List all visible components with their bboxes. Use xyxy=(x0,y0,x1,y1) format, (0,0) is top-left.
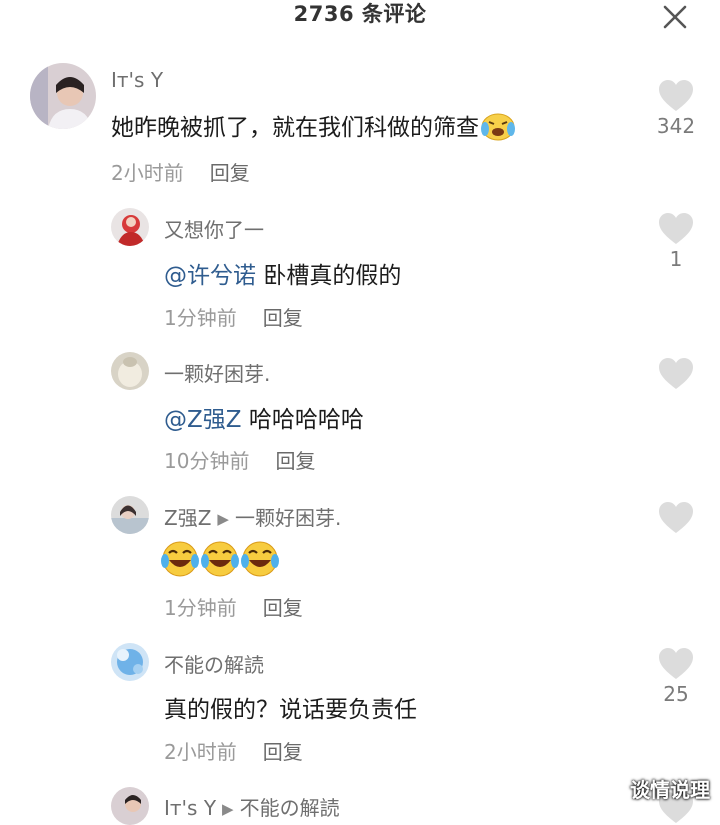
mention-link[interactable]: @Z强Z xyxy=(164,407,242,433)
laughing-emoji-icon xyxy=(160,540,200,584)
reply-arrow-icon: ▶ xyxy=(222,800,234,818)
comment-body: 真的假的？说话要负责任 xyxy=(164,697,417,723)
close-icon xyxy=(663,5,687,29)
watermark: 谈情说理 xyxy=(630,778,710,802)
close-button[interactable] xyxy=(662,4,688,30)
comment-body: 卧槽真的假的 xyxy=(263,263,402,289)
laughing-emoji-icon xyxy=(200,540,240,584)
comment-body: 哈哈哈哈哈 xyxy=(248,407,364,433)
comment-text: 真的假的？说话要负责任 xyxy=(164,690,417,724)
like-count: 342 xyxy=(656,114,696,138)
comment-time: 10分钟前 xyxy=(164,449,250,473)
avatar[interactable] xyxy=(30,63,96,129)
like-count: 1 xyxy=(669,247,683,271)
like-button[interactable]: 1 xyxy=(652,213,700,271)
reply-button[interactable]: 回复 xyxy=(275,449,315,473)
reply-arrow-icon: ▶ xyxy=(217,510,229,528)
like-button[interactable] xyxy=(652,358,700,390)
comments-header: 2736 条评论 xyxy=(0,0,720,40)
comment-meta: 1分钟前 回复 xyxy=(164,592,303,621)
comment-text: 她昨晚被抓了，就在我们科做的筛查 xyxy=(111,108,517,147)
reply-target[interactable]: 一颗好困芽. xyxy=(235,506,341,530)
comment-time: 2小时前 xyxy=(164,740,237,764)
comment-time: 2小时前 xyxy=(111,161,184,185)
comment-username[interactable]: 不能の解読 xyxy=(164,649,264,678)
heart-icon xyxy=(659,213,693,244)
crying-laughing-emoji-icon xyxy=(479,111,517,147)
reply-button[interactable]: 回复 xyxy=(263,740,303,764)
comment-meta: 1分钟前 回复 xyxy=(164,302,303,331)
heart-icon xyxy=(659,358,693,389)
comment-time: 1分钟前 xyxy=(164,596,237,620)
comment-author[interactable]: Iт's Y xyxy=(164,796,216,820)
comment-text: @Z强Z 哈哈哈哈哈 xyxy=(164,400,364,434)
mention-link[interactable]: @许兮诺 xyxy=(164,263,256,289)
reply-target[interactable]: 不能の解読 xyxy=(240,796,340,820)
avatar[interactable] xyxy=(111,496,149,534)
like-button[interactable]: 25 xyxy=(652,648,700,706)
reply-button[interactable]: 回复 xyxy=(210,161,250,185)
avatar[interactable] xyxy=(111,352,149,390)
comment-username[interactable]: Iт's Y xyxy=(111,68,163,92)
comment-username[interactable]: 一颗好困芽. xyxy=(164,358,270,387)
comment-username: Z强Z ▶ 一颗好困芽. xyxy=(164,502,341,531)
comment-count-title: 2736 条评论 xyxy=(293,2,427,26)
reply-button[interactable]: 回复 xyxy=(263,596,303,620)
comment-author[interactable]: Z强Z xyxy=(164,506,211,530)
comment-meta: 2小时前 回复 xyxy=(164,736,303,765)
heart-icon xyxy=(659,648,693,679)
comment-meta: 10分钟前 回复 xyxy=(164,445,315,474)
avatar[interactable] xyxy=(111,643,149,681)
comment-time: 1分钟前 xyxy=(164,306,237,330)
like-button[interactable] xyxy=(652,502,700,534)
like-count: 25 xyxy=(663,682,689,706)
avatar[interactable] xyxy=(111,787,149,825)
comment-text: @许兮诺 卧槽真的假的 xyxy=(164,256,401,290)
comment-username[interactable]: 又想你了一 xyxy=(164,214,264,243)
like-button[interactable]: 342 xyxy=(652,80,700,138)
laughing-emoji-icon xyxy=(240,540,280,584)
reply-button[interactable]: 回复 xyxy=(263,306,303,330)
comment-body: 她昨晚被抓了，就在我们科做的筛查 xyxy=(111,115,479,141)
comment-meta: 2小时前 回复 xyxy=(111,157,250,186)
heart-icon xyxy=(659,80,693,111)
heart-icon xyxy=(659,502,693,533)
comment-text xyxy=(160,540,280,584)
avatar[interactable] xyxy=(111,208,149,246)
